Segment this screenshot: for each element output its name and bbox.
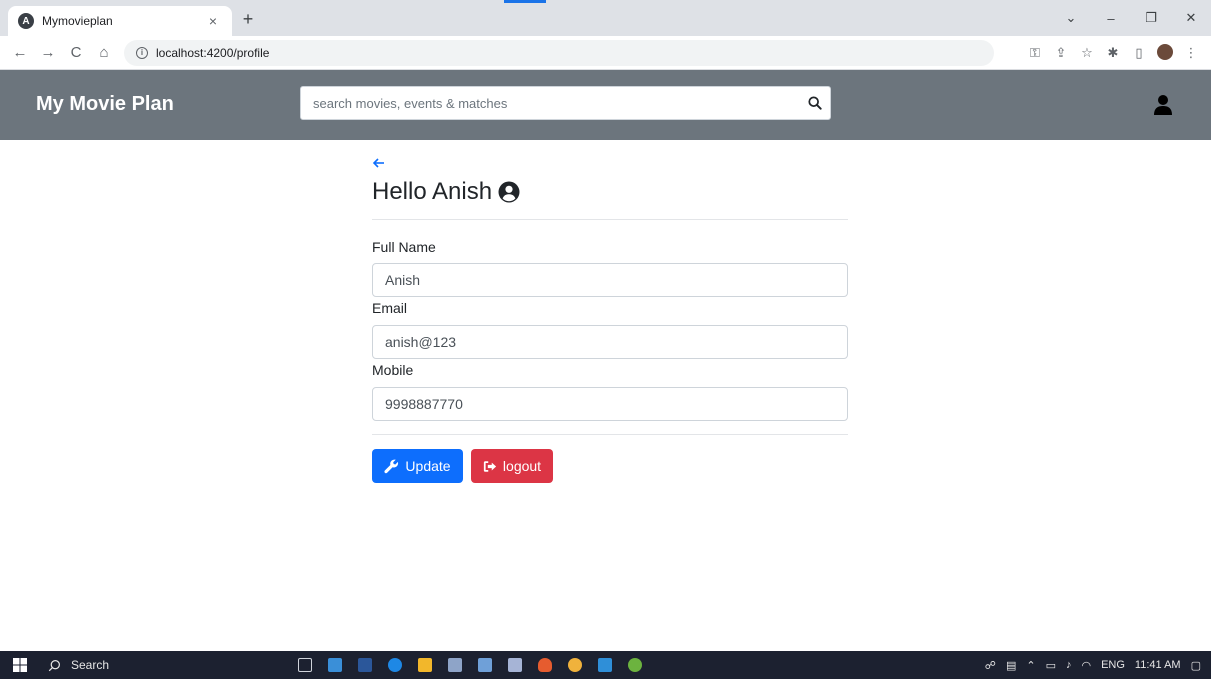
people-icon[interactable]: ☍ bbox=[985, 659, 996, 672]
menu-dots-icon[interactable]: ⋮ bbox=[1179, 45, 1203, 61]
update-button[interactable]: Update bbox=[372, 449, 463, 483]
search-input[interactable] bbox=[301, 87, 800, 119]
word-icon[interactable] bbox=[358, 658, 372, 672]
url-text: localhost:4200/profile bbox=[156, 45, 270, 60]
full-name-input[interactable] bbox=[372, 263, 848, 297]
window-controls: ⌄ – ❐ ✕ bbox=[1051, 0, 1211, 36]
taskbar-search-label: Search bbox=[71, 658, 110, 672]
taskbar-search-icon bbox=[48, 659, 60, 671]
user-circle-icon bbox=[498, 181, 520, 203]
side-panel-icon[interactable]: ▯ bbox=[1127, 45, 1151, 61]
task-view-icon[interactable] bbox=[298, 658, 312, 672]
reload-button[interactable]: C bbox=[64, 44, 88, 61]
new-tab-button[interactable]: + bbox=[238, 9, 258, 30]
tab-close-icon[interactable]: × bbox=[204, 13, 222, 29]
browser-tab-bar: A Mymovieplan × + ⌄ – ❐ ✕ bbox=[0, 0, 1211, 36]
spring-icon[interactable] bbox=[628, 658, 642, 672]
profile-heading: Hello Anish bbox=[372, 178, 520, 206]
search-box bbox=[300, 86, 831, 120]
tray-chevron-icon[interactable]: ⌃ bbox=[1026, 659, 1035, 672]
share-icon[interactable]: ⇪ bbox=[1049, 45, 1073, 61]
address-bar[interactable]: i localhost:4200/profile bbox=[124, 39, 994, 66]
news-icon[interactable]: ▤ bbox=[1006, 659, 1016, 672]
edge-icon[interactable] bbox=[388, 658, 402, 672]
home-button[interactable]: ⌂ bbox=[92, 44, 116, 61]
mobile-input[interactable] bbox=[372, 387, 848, 421]
battery-icon[interactable]: ▭ bbox=[1046, 659, 1056, 672]
search-icon[interactable] bbox=[800, 87, 830, 119]
logout-button[interactable]: logout bbox=[471, 449, 553, 483]
brand-title[interactable]: My Movie Plan bbox=[36, 93, 174, 116]
key-icon[interactable]: ⚿ bbox=[1023, 45, 1047, 61]
wrench-icon bbox=[384, 459, 399, 473]
taskbar-search[interactable]: Search bbox=[40, 651, 260, 679]
user-icon[interactable] bbox=[1153, 94, 1173, 116]
browser-tool-icons: ⚿ ⇪ ☆ ✱ ▯ ⋮ bbox=[1021, 36, 1203, 70]
update-label: Update bbox=[405, 458, 451, 474]
email-label: Email bbox=[372, 300, 408, 316]
full-name-label: Full Name bbox=[372, 239, 436, 255]
notifications-icon[interactable]: ▢ bbox=[1191, 659, 1201, 672]
angular-favicon-icon: A bbox=[18, 13, 34, 29]
back-button[interactable]: ← bbox=[8, 44, 32, 61]
tab-title: Mymovieplan bbox=[42, 14, 113, 28]
browser-toolbar: ← → C ⌂ i localhost:4200/profile ⚿ ⇪ ☆ ✱… bbox=[0, 36, 1211, 70]
clock[interactable]: 11:41 AM bbox=[1135, 659, 1181, 671]
paint-icon[interactable] bbox=[448, 658, 462, 672]
star-icon[interactable]: ☆ bbox=[1075, 45, 1099, 61]
brave-icon[interactable] bbox=[538, 658, 552, 672]
site-info-icon[interactable]: i bbox=[136, 46, 148, 59]
notepad-icon[interactable] bbox=[478, 658, 492, 672]
profile-avatar[interactable] bbox=[1153, 43, 1177, 63]
footer-divider bbox=[372, 434, 848, 435]
greeting-text: Hello Anish bbox=[372, 178, 493, 205]
close-window-button[interactable]: ✕ bbox=[1171, 10, 1211, 26]
mobile-label: Mobile bbox=[372, 362, 414, 378]
wifi-icon[interactable]: ◠ bbox=[1081, 659, 1091, 672]
chrome-icon[interactable] bbox=[568, 658, 582, 672]
email-input[interactable] bbox=[372, 325, 848, 359]
logout-label: logout bbox=[502, 458, 542, 474]
extensions-icon[interactable]: ✱ bbox=[1101, 45, 1125, 61]
volume-icon[interactable]: ♪ bbox=[1066, 659, 1072, 671]
windows-taskbar: Search ☍ ▤ ⌃ ▭ ♪ ◠ ENG 11:41 AM ▢ bbox=[0, 651, 1211, 679]
file-explorer-icon[interactable] bbox=[328, 658, 342, 672]
app-navbar: My Movie Plan bbox=[0, 70, 1211, 140]
minimize-button[interactable]: – bbox=[1091, 11, 1131, 26]
sticky-notes-icon[interactable] bbox=[418, 658, 432, 672]
vscode-icon[interactable] bbox=[598, 658, 612, 672]
taskbar-apps bbox=[290, 658, 650, 672]
tab-strip-indicator bbox=[504, 0, 546, 3]
arrow-left-icon[interactable] bbox=[372, 156, 386, 170]
app-icon[interactable] bbox=[508, 658, 522, 672]
tab-search-icon[interactable]: ⌄ bbox=[1051, 10, 1091, 26]
windows-start-icon[interactable] bbox=[0, 651, 40, 679]
language-indicator[interactable]: ENG bbox=[1101, 659, 1125, 671]
browser-tab[interactable]: A Mymovieplan × bbox=[8, 6, 232, 36]
system-tray: ☍ ▤ ⌃ ▭ ♪ ◠ ENG 11:41 AM ▢ bbox=[975, 651, 1201, 679]
restore-button[interactable]: ❐ bbox=[1131, 10, 1171, 26]
forward-button[interactable]: → bbox=[36, 44, 60, 61]
header-divider bbox=[372, 219, 848, 220]
sign-out-icon bbox=[483, 460, 497, 472]
